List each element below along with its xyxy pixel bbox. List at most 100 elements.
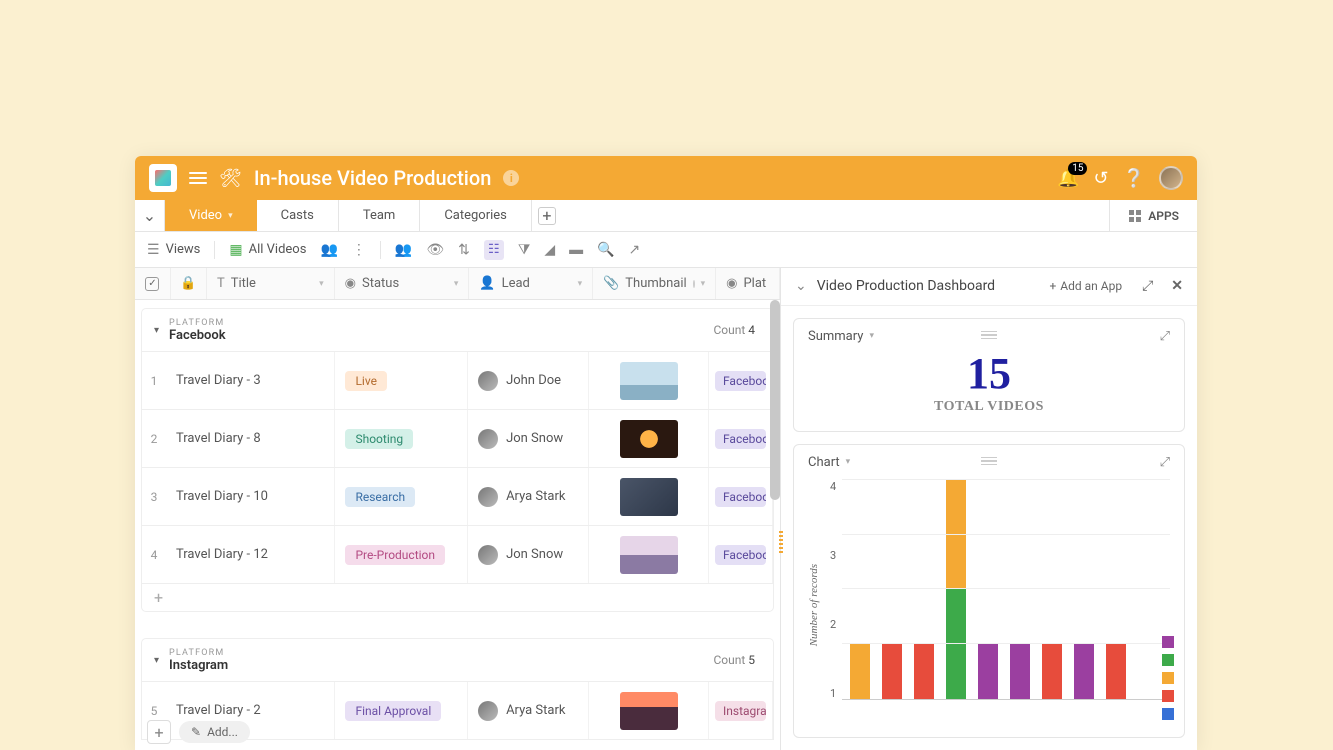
table-row[interactable]: 1 Travel Diary - 3 Live John Doe Faceboo xyxy=(141,352,774,410)
lock-icon: 🔒 xyxy=(180,276,196,291)
chart-bar[interactable] xyxy=(1074,644,1094,699)
select-all-checkbox[interactable]: ✓ xyxy=(135,268,171,299)
filter-icon[interactable]: ⧩ xyxy=(518,242,531,258)
row-index: 1 xyxy=(142,352,166,409)
add-app-button[interactable]: +Add an App xyxy=(1049,279,1122,293)
chart-title[interactable]: Chart xyxy=(808,455,840,470)
search-icon[interactable]: 🔍 xyxy=(597,242,614,258)
tab-video[interactable]: Video▾ xyxy=(165,200,257,231)
chevron-down-icon[interactable]: ⌄ xyxy=(795,278,807,294)
add-row-button[interactable]: + xyxy=(141,584,774,612)
cell-lead[interactable]: Arya Stark xyxy=(468,468,589,525)
tab-team[interactable]: Team xyxy=(339,200,421,231)
chevron-down-icon[interactable]: ▾ xyxy=(154,655,159,666)
group-icon[interactable]: ☷ xyxy=(484,240,504,260)
sort-icon[interactable]: ⇅ xyxy=(458,242,470,258)
cell-lead[interactable]: Jon Snow xyxy=(468,526,589,583)
cell-title[interactable]: Travel Diary - 10 xyxy=(166,468,335,525)
cell-title[interactable]: Travel Diary - 8 xyxy=(166,410,335,467)
add-record-button[interactable]: + xyxy=(147,720,171,744)
tab-chevron-down-icon[interactable]: ⌄ xyxy=(135,200,165,231)
cell-thumbnail[interactable] xyxy=(589,682,709,739)
cell-thumbnail[interactable] xyxy=(589,526,709,583)
menu-icon[interactable] xyxy=(189,172,207,184)
expand-card-icon[interactable]: ⤢ xyxy=(1160,329,1170,344)
history-icon[interactable]: ↺ xyxy=(1093,168,1108,189)
chart-bar[interactable] xyxy=(914,644,934,699)
row-height-icon[interactable]: ▬ xyxy=(569,241,583,258)
cell-lead[interactable]: Arya Stark xyxy=(468,682,589,739)
column-platform[interactable]: ◉Plat xyxy=(716,268,780,299)
more-icon[interactable]: ⋮ xyxy=(352,242,366,258)
group-header[interactable]: ▾ PLATFORMFacebook Count 4 xyxy=(141,308,774,352)
expand-card-icon[interactable]: ⤢ xyxy=(1160,455,1170,470)
row-index: 2 xyxy=(142,410,166,467)
cell-status[interactable]: Research xyxy=(335,468,468,525)
user-avatar[interactable] xyxy=(1159,166,1183,190)
chart-bar[interactable] xyxy=(1106,644,1126,699)
cell-status[interactable]: Shooting xyxy=(335,410,468,467)
column-thumbnail[interactable]: 📎Thumbnail▾ xyxy=(593,268,716,299)
chart-bar[interactable] xyxy=(1010,644,1030,699)
toolbar: ☰ Views ▦ All Videos 👥 ⋮ 👥 👁 ⇅ ☷ ⧩ ◢ ▬ 🔍… xyxy=(135,232,1197,268)
group-header[interactable]: ▾ PLATFORMInstagram Count 5 xyxy=(141,638,774,682)
view-name[interactable]: ▦ All Videos xyxy=(229,242,306,258)
legend-swatch xyxy=(1162,654,1174,666)
views-button[interactable]: ☰ Views xyxy=(147,242,200,258)
table-row[interactable]: 3 Travel Diary - 10 Research Arya Stark … xyxy=(141,468,774,526)
avatar xyxy=(478,487,498,507)
expand-icon[interactable]: ⤢ xyxy=(1142,278,1153,294)
cell-status[interactable]: Final Approval xyxy=(335,682,468,739)
avatar xyxy=(478,371,498,391)
cell-platform[interactable]: Faceboo xyxy=(709,526,773,583)
apps-button[interactable]: APPS xyxy=(1109,200,1197,231)
cell-thumbnail[interactable] xyxy=(589,410,709,467)
table-row[interactable]: 4 Travel Diary - 12 Pre-Production Jon S… xyxy=(141,526,774,584)
cell-title[interactable]: Travel Diary - 3 xyxy=(166,352,335,409)
cell-thumbnail[interactable] xyxy=(589,352,709,409)
hide-icon[interactable]: 👁 xyxy=(426,242,444,258)
cell-status[interactable]: Live xyxy=(335,352,468,409)
tab-categories[interactable]: Categories xyxy=(420,200,532,231)
cell-status[interactable]: Pre-Production xyxy=(335,526,468,583)
cell-title[interactable]: Travel Diary - 12 xyxy=(166,526,335,583)
tab-casts[interactable]: Casts xyxy=(257,200,339,231)
notifications-button[interactable]: 🔔 15 xyxy=(1057,168,1079,189)
resize-handle[interactable] xyxy=(777,528,785,558)
help-icon[interactable]: ❔ xyxy=(1123,168,1145,189)
add-pill-button[interactable]: ✎Add... xyxy=(179,721,250,743)
cell-thumbnail[interactable] xyxy=(589,468,709,525)
cell-platform[interactable]: Faceboo xyxy=(709,410,773,467)
scrollbar[interactable] xyxy=(770,300,780,500)
avatar xyxy=(478,701,498,721)
drag-handle-icon[interactable] xyxy=(981,331,997,340)
column-lead[interactable]: 👤Lead▾ xyxy=(469,268,593,299)
column-status[interactable]: ◉Status▾ xyxy=(335,268,470,299)
share-icon[interactable]: 👥 xyxy=(395,242,412,258)
info-icon[interactable]: i xyxy=(503,170,519,186)
people-icon[interactable]: 👥 xyxy=(320,242,337,258)
chart-bar[interactable] xyxy=(1042,644,1062,699)
add-tab-button[interactable]: + xyxy=(532,200,562,231)
column-title[interactable]: TTitle▾ xyxy=(207,268,335,299)
avatar xyxy=(478,545,498,565)
chevron-down-icon[interactable]: ▾ xyxy=(154,325,159,336)
chart-bar[interactable] xyxy=(850,644,870,699)
chart-bar[interactable] xyxy=(978,644,998,699)
summary-title[interactable]: Summary xyxy=(808,329,863,344)
apps-icon xyxy=(1128,209,1142,223)
column-headers: ✓ 🔒 TTitle▾ ◉Status▾ 👤Lead▾ 📎Thumbnail▾ … xyxy=(135,268,780,300)
cell-platform[interactable]: Faceboo xyxy=(709,468,773,525)
color-icon[interactable]: ◢ xyxy=(544,242,555,258)
chart-bar[interactable] xyxy=(882,644,902,699)
cell-lead[interactable]: John Doe xyxy=(468,352,589,409)
cell-platform[interactable]: Instagra xyxy=(709,682,773,739)
table-row[interactable]: 2 Travel Diary - 8 Shooting Jon Snow Fac… xyxy=(141,410,774,468)
drag-handle-icon[interactable] xyxy=(981,457,997,466)
row-index: 4 xyxy=(142,526,166,583)
close-icon[interactable]: ✕ xyxy=(1171,278,1183,294)
app-logo[interactable] xyxy=(149,164,177,192)
cell-platform[interactable]: Faceboo xyxy=(709,352,773,409)
export-icon[interactable]: ↗ xyxy=(629,242,641,258)
cell-lead[interactable]: Jon Snow xyxy=(468,410,589,467)
